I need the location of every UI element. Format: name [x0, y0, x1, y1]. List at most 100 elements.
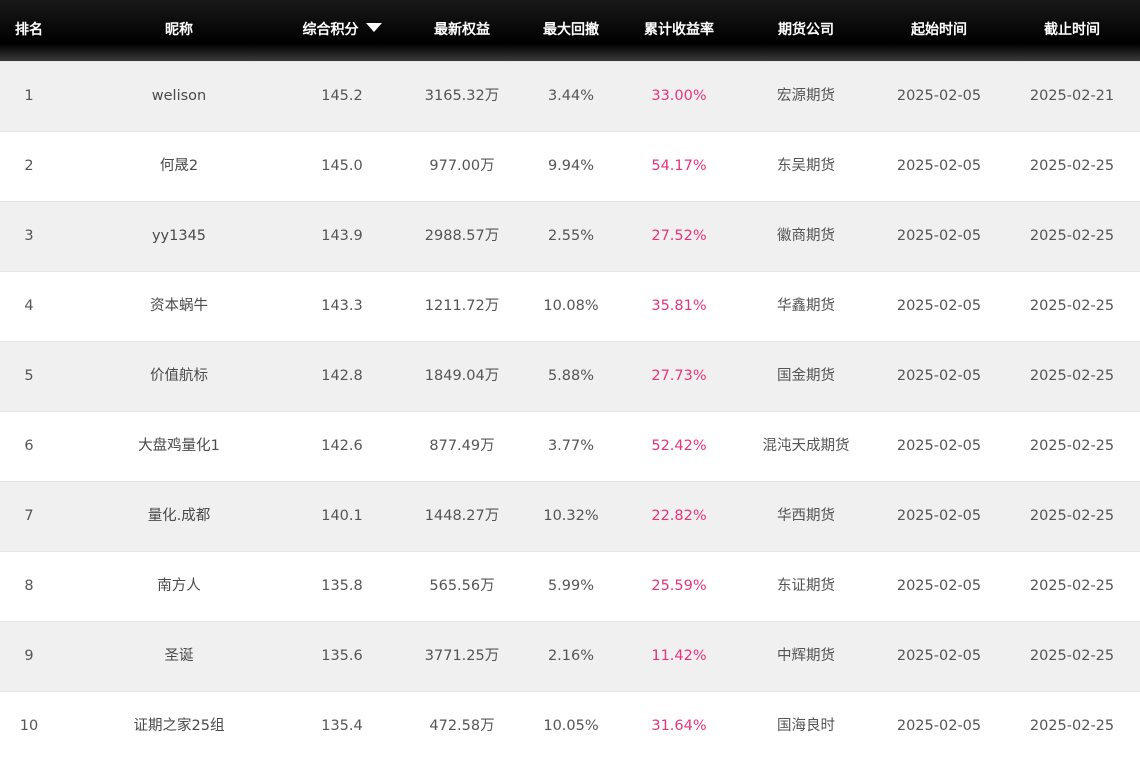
- table-row[interactable]: 9 圣诞 135.6 3771.25万 2.16% 11.42% 中辉期货 2025-02-0…: [0, 621, 1140, 691]
- cell-company: 国金期货: [777, 368, 835, 384]
- cell-score: 135.4: [321, 718, 363, 734]
- cell-drawdown: 2.55%: [547, 228, 595, 244]
- cell-equity: 1448.27万: [424, 508, 500, 524]
- ranking-table: 排名 昵称 综合积分 最新权益 最大回撤 累计收益率 期货公司 起始时间 截止时…: [0, 0, 1140, 758]
- cell-drawdown: 2.16%: [547, 648, 595, 664]
- cell-return: 22.82%: [651, 508, 707, 524]
- cell-return: 54.17%: [651, 158, 707, 174]
- cell-equity: 3771.25万: [424, 648, 500, 664]
- cell-return: 27.52%: [651, 228, 707, 244]
- cell-start-date: 2025-02-05: [896, 438, 982, 454]
- cell-equity: 472.58万: [429, 718, 495, 734]
- header-start[interactable]: 起始时间: [872, 0, 1006, 61]
- cell-equity: 1849.04万: [424, 368, 500, 384]
- sort-desc-icon[interactable]: [365, 23, 382, 32]
- cell-start-date: 2025-02-05: [896, 228, 982, 244]
- table-row[interactable]: 1 welison 145.2 3165.32万 3.44% 33.00% 宏源期货 2025…: [0, 61, 1140, 131]
- cell-nickname: yy1345: [151, 228, 207, 244]
- header-name[interactable]: 昵称: [75, 0, 283, 61]
- cell-start-date: 2025-02-05: [896, 368, 982, 384]
- cell-rank: 8: [24, 578, 34, 594]
- table-row[interactable]: 5 价值航标 142.8 1849.04万 5.88% 27.73% 国金期货 2025-02…: [0, 341, 1140, 411]
- cell-score: 143.3: [321, 298, 363, 314]
- cell-rank: 3: [24, 228, 34, 244]
- cell-score: 142.6: [321, 438, 363, 454]
- cell-start-date: 2025-02-05: [896, 88, 982, 104]
- cell-end-date: 2025-02-25: [1029, 298, 1115, 314]
- cell-nickname: 量化.成都: [147, 508, 211, 524]
- cell-score: 135.8: [321, 578, 363, 594]
- cell-rank: 7: [24, 508, 34, 524]
- cell-equity: 565.56万: [429, 578, 495, 594]
- cell-start-date: 2025-02-05: [896, 648, 982, 664]
- header-company[interactable]: 期货公司: [740, 0, 872, 61]
- cell-return: 35.81%: [651, 298, 707, 314]
- cell-company: 混沌天成期货: [762, 438, 850, 454]
- table-row[interactable]: 2 何晟2 145.0 977.00万 9.94% 54.17% 东吴期货 2025-02-0…: [0, 131, 1140, 201]
- cell-equity: 2988.57万: [424, 228, 500, 244]
- cell-rank: 10: [19, 718, 39, 734]
- cell-start-date: 2025-02-05: [896, 508, 982, 524]
- cell-company: 国海良时: [777, 718, 835, 734]
- cell-end-date: 2025-02-25: [1029, 718, 1115, 734]
- cell-end-date: 2025-02-25: [1029, 578, 1115, 594]
- cell-nickname: welison: [151, 88, 207, 104]
- header-drawdown[interactable]: 最大回撤: [524, 0, 618, 61]
- table-row[interactable]: 6 大盘鸡量化1 142.6 877.49万 3.77% 52.42% 混沌天成期货 2025…: [0, 411, 1140, 481]
- cell-company: 东证期货: [777, 578, 835, 594]
- cell-start-date: 2025-02-05: [896, 158, 982, 174]
- header-equity[interactable]: 最新权益: [402, 0, 522, 61]
- table-row[interactable]: 8 南方人 135.8 565.56万 5.99% 25.59% 东证期货 2025-02-0…: [0, 551, 1140, 621]
- cell-score: 140.1: [321, 508, 363, 524]
- cell-start-date: 2025-02-05: [896, 298, 982, 314]
- cell-nickname: 南方人: [157, 578, 201, 594]
- cell-equity: 3165.32万: [424, 88, 500, 104]
- cell-end-date: 2025-02-25: [1029, 648, 1115, 664]
- cell-end-date: 2025-02-25: [1029, 368, 1115, 384]
- cell-score: 135.6: [321, 648, 363, 664]
- cell-drawdown: 10.08%: [543, 298, 599, 314]
- cell-company: 徽商期货: [777, 228, 835, 244]
- cell-return: 11.42%: [651, 648, 707, 664]
- table-row[interactable]: 3 yy1345 143.9 2988.57万 2.55% 27.52% 徽商期货 2025-…: [0, 201, 1140, 271]
- cell-end-date: 2025-02-25: [1029, 438, 1115, 454]
- cell-drawdown: 10.05%: [543, 718, 599, 734]
- cell-rank: 6: [24, 438, 34, 454]
- header-score-sort[interactable]: 综合积分: [292, 0, 392, 61]
- cell-rank: 9: [24, 648, 34, 664]
- table-row[interactable]: 10 证期之家25组 135.4 472.58万 10.05% 31.64% 国海良时 202…: [0, 691, 1140, 758]
- cell-equity: 977.00万: [429, 158, 495, 174]
- header-return[interactable]: 累计收益率: [620, 0, 738, 61]
- cell-nickname: 何晟2: [159, 158, 199, 174]
- cell-rank: 2: [24, 158, 34, 174]
- cell-company: 宏源期货: [777, 88, 835, 104]
- cell-company: 中辉期货: [777, 648, 835, 664]
- header-end[interactable]: 截止时间: [1006, 0, 1138, 61]
- header-rank[interactable]: 排名: [0, 0, 58, 61]
- cell-return: 27.73%: [651, 368, 707, 384]
- cell-score: 143.9: [321, 228, 363, 244]
- table-row[interactable]: 7 量化.成都 140.1 1448.27万 10.32% 22.82% 华西期货 2025-…: [0, 481, 1140, 551]
- header-score-label: 综合积分: [302, 22, 359, 38]
- cell-equity: 1211.72万: [424, 298, 500, 314]
- cell-company: 华鑫期货: [777, 298, 835, 314]
- table-header: 排名 昵称 综合积分 最新权益 最大回撤 累计收益率 期货公司 起始时间 截止时…: [0, 0, 1140, 61]
- cell-nickname: 价值航标: [150, 368, 208, 384]
- cell-return: 33.00%: [651, 88, 707, 104]
- cell-drawdown: 3.44%: [547, 88, 595, 104]
- cell-end-date: 2025-02-25: [1029, 228, 1115, 244]
- table-row[interactable]: 4 资本蜗牛 143.3 1211.72万 10.08% 35.81% 华鑫期货 2025-0…: [0, 271, 1140, 341]
- cell-score: 142.8: [321, 368, 363, 384]
- cell-drawdown: 5.88%: [547, 368, 595, 384]
- cell-drawdown: 3.77%: [547, 438, 595, 454]
- cell-nickname: 圣诞: [164, 648, 194, 664]
- cell-company: 东吴期货: [777, 158, 835, 174]
- cell-return: 52.42%: [651, 438, 707, 454]
- cell-nickname: 证期之家25组: [133, 718, 225, 734]
- cell-drawdown: 5.99%: [547, 578, 595, 594]
- cell-nickname: 大盘鸡量化1: [138, 438, 220, 454]
- cell-end-date: 2025-02-21: [1029, 88, 1115, 104]
- cell-drawdown: 9.94%: [547, 158, 595, 174]
- cell-start-date: 2025-02-05: [896, 578, 982, 594]
- cell-rank: 5: [24, 368, 34, 384]
